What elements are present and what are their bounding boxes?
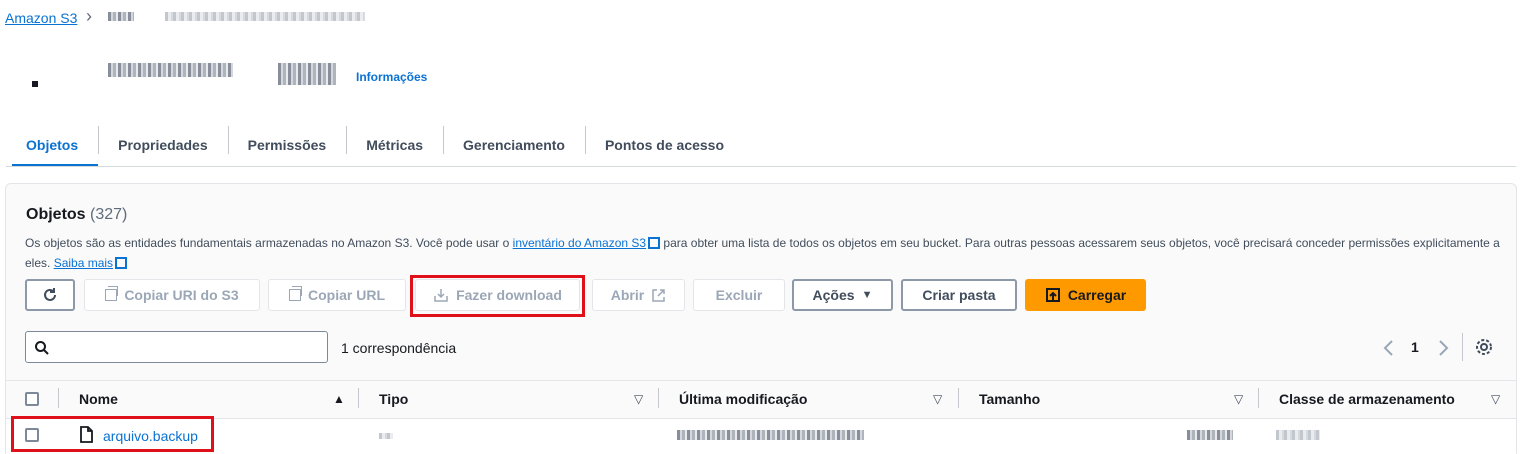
column-header-last-modified[interactable]: Última modificação [679,391,807,407]
column-header-storage-class[interactable]: Classe de armazenamento [1279,391,1455,407]
chevron-right-icon: › [86,6,92,26]
column-header-size[interactable]: Tamanho [979,391,1040,407]
match-count: 1 correspondência [341,340,457,356]
table-top-border [6,380,1516,381]
file-highlight-box [11,416,214,452]
redacted-bucket-breadcrumb[interactable] [108,12,134,21]
tab-permissions[interactable]: Permissões [227,123,347,167]
redacted-title-mark [32,81,38,87]
upload-icon [1045,288,1060,302]
prev-page-icon[interactable] [1382,339,1396,357]
redacted-size [1187,430,1233,440]
gear-icon[interactable] [1475,338,1493,356]
delete-label: Excluir [715,287,763,303]
copy-icon [105,286,119,301]
tab-management[interactable]: Gerenciamento [443,123,585,167]
download-highlight-box [410,275,585,317]
column-divider[interactable] [658,388,659,408]
column-divider [58,388,59,408]
sort-ascending-icon[interactable]: ▲ [333,392,345,406]
redacted-storage-class [1276,430,1320,440]
actions-label: Ações [812,287,855,303]
objects-count: (327) [90,206,128,223]
search-input[interactable] [25,331,328,363]
sort-caret-icon[interactable]: ▽ [634,392,643,406]
actions-dropdown[interactable]: Ações ▼ [792,279,893,311]
learn-more-link[interactable]: Saiba mais [54,256,113,270]
upload-label: Carregar [1067,287,1127,303]
open-label: Abrir [610,287,645,303]
copy-url-label: Copiar URL [308,287,385,303]
redacted-last-modified [677,430,864,440]
refresh-button[interactable] [25,279,75,311]
inventory-link[interactable]: inventário do Amazon S3 [513,236,646,250]
tab-properties[interactable]: Propriedades [98,123,227,167]
desc-text-1: Os objetos são as entidades fundamentais… [25,236,513,250]
search-icon [35,341,49,355]
open-button[interactable]: Abrir [592,279,685,311]
copy-uri-label: Copiar URI do S3 [124,287,239,303]
copy-uri-button[interactable]: Copiar URI do S3 [84,279,260,311]
tab-bar: Objetos Propriedades Permissões Métricas… [6,123,744,167]
page-number[interactable]: 1 [1411,339,1419,355]
next-page-icon[interactable] [1436,339,1450,357]
copy-icon [289,286,302,301]
column-header-name[interactable]: Nome [79,391,118,407]
tabs-divider [6,166,1516,167]
external-link-icon [115,257,128,269]
sort-caret-icon[interactable]: ▽ [933,392,942,406]
sort-caret-icon[interactable]: ▽ [1491,392,1500,406]
external-link-icon [652,288,665,302]
external-link-icon [648,237,661,249]
redacted-bucket-title [108,63,233,77]
select-all-checkbox[interactable] [25,392,39,406]
pagination-divider [1462,333,1463,361]
objects-title: Objetos [26,206,86,223]
redacted-bucket-title-2 [278,63,336,85]
column-header-type[interactable]: Tipo [379,391,408,407]
column-divider[interactable] [358,388,359,408]
breadcrumb-amazon-s3[interactable]: Amazon S3 [5,10,77,26]
tab-objects[interactable]: Objetos [6,123,99,167]
refresh-icon [44,288,56,301]
upload-button[interactable]: Carregar [1025,279,1146,311]
create-folder-label: Criar pasta [922,287,996,303]
delete-button[interactable]: Excluir [693,279,785,311]
tab-access-points[interactable]: Pontos de acesso [584,123,744,167]
objects-heading: Objetos (327) [26,206,127,224]
column-divider[interactable] [1258,388,1259,408]
tab-metrics[interactable]: Métricas [346,123,443,167]
column-divider[interactable] [958,388,959,408]
info-link[interactable]: Informações [356,70,427,84]
redacted-path-breadcrumb [165,12,365,21]
copy-url-button[interactable]: Copiar URL [268,279,406,311]
objects-description: Os objetos são as entidades fundamentais… [25,233,1505,273]
caret-down-icon: ▼ [861,289,873,301]
redacted-type [379,433,393,439]
sort-caret-icon[interactable]: ▽ [1234,392,1243,406]
objects-panel [5,183,1517,454]
create-folder-button[interactable]: Criar pasta [901,279,1017,311]
